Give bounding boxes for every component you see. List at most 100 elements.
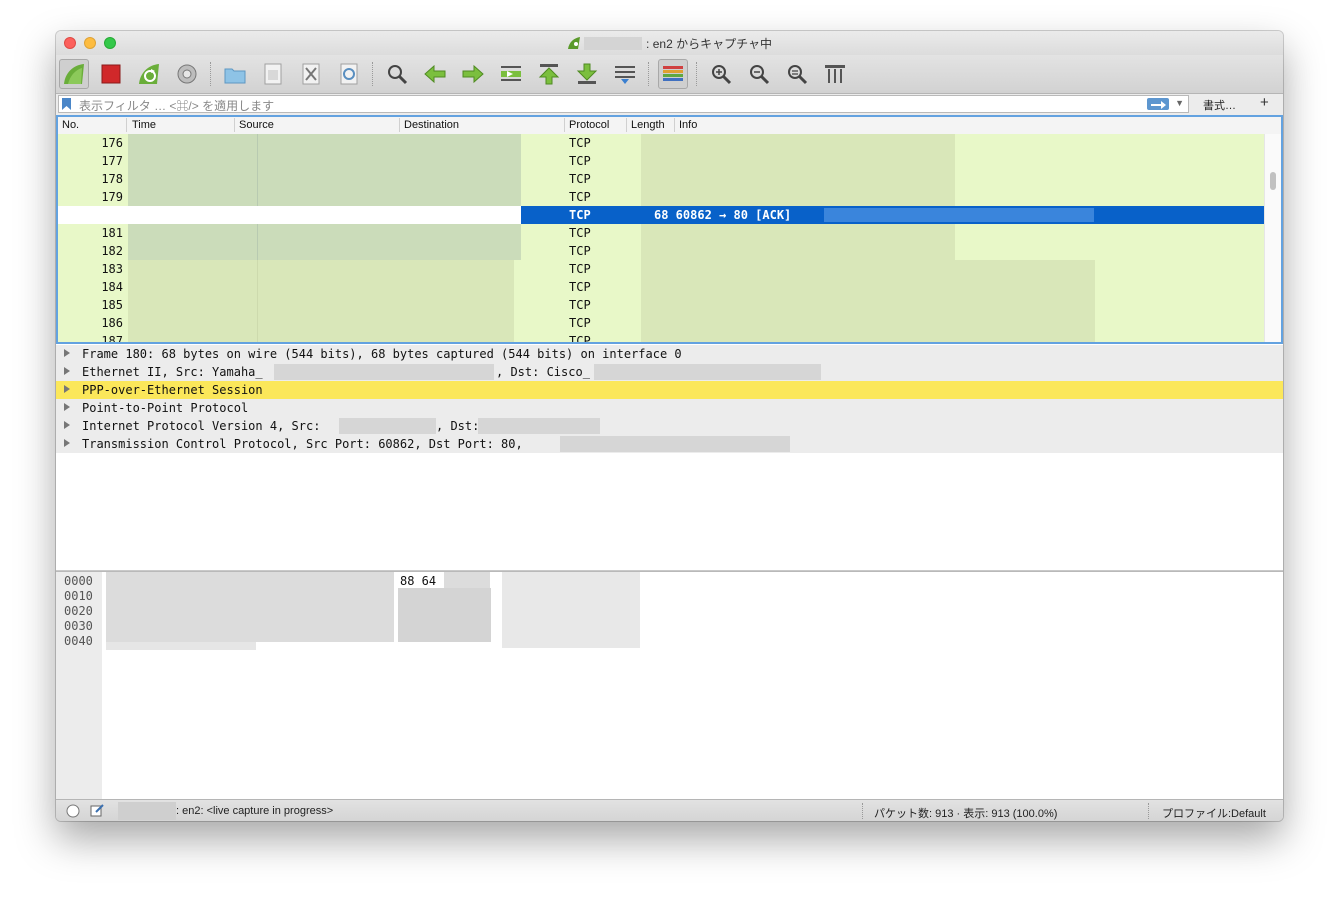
redacted-cell (641, 152, 769, 170)
packet-row[interactable]: 176 TCP (58, 134, 1267, 152)
column-info[interactable]: Info (679, 119, 697, 131)
expert-info-icon[interactable] (66, 804, 80, 818)
go-forward-icon[interactable] (458, 59, 488, 89)
detail-row-frame[interactable]: Frame 180: 68 bytes on wire (544 bits), … (56, 345, 1283, 363)
title-bar: : en2 からキャプチャ中 (56, 31, 1283, 55)
filter-placeholder: 表示フィルタ … <⌘/> を適用します (79, 99, 275, 113)
column-time[interactable]: Time (132, 119, 156, 131)
redacted-cell (128, 188, 258, 206)
packet-number: 182 (101, 244, 123, 258)
packet-row[interactable]: 184 TCP (58, 278, 1267, 296)
redacted-cell (769, 170, 955, 188)
resize-columns-icon[interactable] (820, 59, 850, 89)
redacted-cell (128, 332, 258, 342)
packet-number: 185 (101, 298, 123, 312)
column-destination[interactable]: Destination (404, 119, 459, 131)
open-file-icon[interactable] (220, 59, 250, 89)
packet-row[interactable]: 177 TCP (58, 152, 1267, 170)
packet-bytes-pane[interactable]: 0000 0010 0020 0030 0040 88 64 (56, 571, 1283, 800)
offset-label: 0020 (64, 604, 93, 618)
redacted-cell (769, 224, 955, 242)
detail-row-ppp[interactable]: Point-to-Point Protocol (56, 399, 1283, 417)
scrollbar-thumb[interactable] (1270, 172, 1276, 190)
redacted-cell (387, 296, 514, 314)
redacted-cell (824, 208, 1094, 222)
packet-row[interactable]: 186 TCP (58, 314, 1267, 332)
find-packet-icon[interactable] (382, 59, 412, 89)
expand-triangle-icon[interactable] (64, 349, 70, 357)
zoom-out-icon[interactable] (744, 59, 774, 89)
edit-comment-icon[interactable] (90, 803, 104, 817)
redacted-cell (1025, 278, 1095, 296)
expressions-button[interactable]: 書式… (1203, 97, 1236, 113)
go-back-icon[interactable] (420, 59, 450, 89)
go-first-icon[interactable] (534, 59, 564, 89)
expand-triangle-icon[interactable] (64, 367, 70, 375)
colorize-icon[interactable] (658, 59, 688, 89)
zoom-in-icon[interactable] (706, 59, 736, 89)
column-length[interactable]: Length (631, 119, 665, 131)
packet-list-scrollbar[interactable] (1264, 134, 1281, 342)
status-separator (1148, 803, 1150, 819)
restart-capture-icon[interactable] (134, 59, 164, 89)
expand-triangle-icon[interactable] (64, 385, 70, 393)
expand-triangle-icon[interactable] (64, 403, 70, 411)
packet-row[interactable]: 178 TCP (58, 170, 1267, 188)
profile-text[interactable]: プロファイル:Default (1162, 805, 1266, 821)
zoom-normal-icon[interactable] (782, 59, 812, 89)
display-filter-input[interactable]: 表示フィルタ … <⌘/> を適用します ▼ (58, 95, 1189, 113)
detail-row-ipv4[interactable]: Internet Protocol Version 4, Src: , Dst: (56, 417, 1283, 435)
apply-filter-button[interactable] (1147, 98, 1169, 110)
detail-row-tcp[interactable]: Transmission Control Protocol, Src Port:… (56, 435, 1283, 453)
reload-file-icon[interactable] (334, 59, 364, 89)
packet-row[interactable]: 182 TCP (58, 242, 1267, 260)
packet-row[interactable]: 185 TCP (58, 296, 1267, 314)
arrow-right-icon (1151, 101, 1166, 109)
close-file-icon[interactable] (296, 59, 326, 89)
expand-triangle-icon[interactable] (64, 421, 70, 429)
wireshark-window: : en2 からキャプチャ中 表示フィルタ … <⌘/> を適用します ▼ 書式… (56, 31, 1283, 821)
go-to-packet-icon[interactable] (496, 59, 526, 89)
redacted-cell (641, 260, 897, 278)
stop-capture-icon[interactable] (96, 59, 126, 89)
window-title: : en2 からキャプチャ中 (56, 35, 1283, 52)
go-last-icon[interactable] (572, 59, 602, 89)
redacted-interface (118, 802, 176, 820)
add-filter-button[interactable]: + (1260, 94, 1269, 111)
detail-row-ethernet[interactable]: Ethernet II, Src: Yamaha_ , Dst: Cisco_ (56, 363, 1283, 381)
bookmark-icon[interactable] (62, 98, 71, 110)
save-file-icon[interactable] (258, 59, 288, 89)
capture-options-icon[interactable] (172, 59, 202, 89)
expand-triangle-icon[interactable] (64, 439, 70, 447)
packet-details-pane[interactable]: Frame 180: 68 bytes on wire (544 bits), … (56, 344, 1283, 571)
packet-row[interactable]: 180 TCP 68 60862 → 80 [ACK] (58, 206, 1267, 224)
redacted-cell (128, 242, 258, 260)
column-no[interactable]: No. (62, 119, 79, 131)
redacted-cell (387, 314, 514, 332)
redacted-cell (641, 242, 769, 260)
packet-row[interactable]: 187 TCP (58, 332, 1267, 342)
packet-row[interactable]: 181 TCP (58, 224, 1267, 242)
redacted-cell (387, 278, 514, 296)
redacted-cell (769, 152, 955, 170)
redacted-cell (128, 152, 258, 170)
column-protocol[interactable]: Protocol (569, 119, 609, 131)
shark-fin-start-icon[interactable] (59, 59, 89, 89)
redacted-cell (128, 224, 258, 242)
packet-protocol: TCP (569, 280, 591, 294)
packet-protocol: TCP (569, 190, 591, 204)
selection-gap (58, 206, 521, 224)
offset-label: 0000 (64, 574, 93, 588)
detail-row-pppoe[interactable]: PPP-over-Ethernet Session (56, 381, 1283, 399)
offset-label: 0030 (64, 619, 93, 633)
packet-row[interactable]: 183 TCP (58, 260, 1267, 278)
auto-scroll-icon[interactable] (610, 59, 640, 89)
column-source[interactable]: Source (239, 119, 274, 131)
chevron-down-icon[interactable]: ▼ (1175, 98, 1184, 108)
redacted-cell (1025, 260, 1095, 278)
redacted-cell (128, 278, 258, 296)
packet-protocol: TCP (569, 244, 591, 258)
packet-list-pane[interactable]: No. Time Source Destination Protocol Len… (56, 115, 1283, 344)
packet-row[interactable]: 179 TCP (58, 188, 1267, 206)
redacted-cell (1025, 332, 1095, 342)
